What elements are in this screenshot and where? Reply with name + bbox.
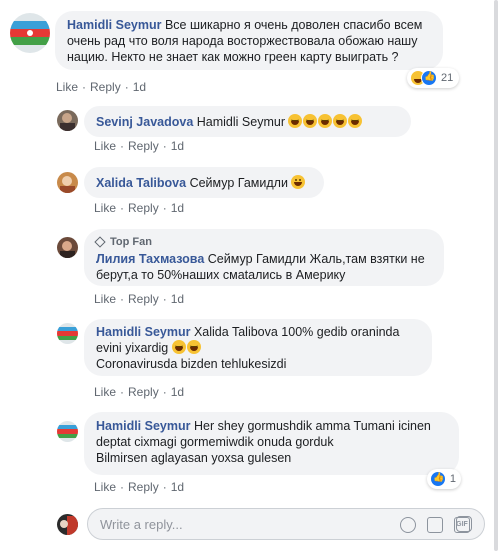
- like-reaction-icon: [421, 70, 437, 86]
- comment-text: Сеймур Гамидли: [189, 176, 288, 190]
- like-button[interactable]: Like: [94, 480, 116, 494]
- sticker-icon[interactable]: [456, 516, 472, 532]
- separator-dot: ·: [120, 385, 125, 399]
- reply-button[interactable]: Reply: [128, 201, 159, 215]
- separator-dot: ·: [162, 139, 167, 153]
- separator-dot: ·: [120, 480, 125, 494]
- reaction-count: 21: [441, 72, 454, 84]
- diamond-icon: [94, 236, 106, 248]
- comment-text-line2: Coronavirusda bizden tehlukesizdi: [96, 357, 287, 371]
- avatar[interactable]: [57, 237, 78, 258]
- timestamp[interactable]: 1d: [171, 201, 184, 215]
- avatar-image: [10, 13, 50, 53]
- top-fan-badge: Top Fan: [94, 234, 432, 250]
- comment-author[interactable]: Лилия Тахмазова: [96, 252, 204, 266]
- comment-actions: Like · Reply · 1d: [94, 480, 184, 494]
- like-reaction-icon: [430, 471, 446, 487]
- comment-actions: Like · Reply · 1d: [94, 385, 184, 399]
- emoji-icon[interactable]: [400, 517, 416, 533]
- separator-dot: ·: [82, 80, 87, 94]
- avatar-image: [57, 323, 78, 344]
- separator-dot: ·: [162, 292, 167, 306]
- reply-button[interactable]: Reply: [128, 480, 159, 494]
- comment-text-line2: Bilmirsen aglayasan yoxsa gulesen: [96, 451, 292, 465]
- comment-author[interactable]: Xalida Talibova: [96, 176, 186, 190]
- separator-dot: ·: [162, 480, 167, 494]
- like-button[interactable]: Like: [94, 201, 116, 215]
- avatar[interactable]: [57, 172, 78, 193]
- timestamp[interactable]: 1d: [171, 292, 184, 306]
- reply-button[interactable]: Reply: [90, 80, 121, 94]
- timestamp[interactable]: 1d: [171, 385, 184, 399]
- separator-dot: ·: [124, 80, 129, 94]
- reply-input[interactable]: Write a reply... GIF: [87, 508, 485, 540]
- comment-text: Hamidli Seymur: [196, 115, 285, 129]
- comment-author[interactable]: Hamidli Seymur: [96, 325, 190, 339]
- comment-actions: Like · Reply · 1d: [56, 80, 146, 94]
- reply-placeholder: Write a reply...: [100, 517, 183, 532]
- comment-bubble: Hamidli Seymur Все шикарно я очень довол…: [55, 11, 443, 70]
- camera-icon[interactable]: [427, 517, 443, 533]
- current-user-avatar[interactable]: [57, 514, 78, 535]
- avatar[interactable]: [57, 421, 78, 442]
- avatar[interactable]: [57, 323, 78, 344]
- avatar-image: [57, 172, 78, 193]
- avatar-image: [57, 110, 78, 131]
- scrollbar-thumb[interactable]: [494, 0, 498, 551]
- comment-actions: Like · Reply · 1d: [94, 139, 184, 153]
- avatar-image: [57, 237, 78, 258]
- avatar-image: [57, 514, 78, 535]
- laughing-emoji-icon: [171, 340, 202, 355]
- timestamp[interactable]: 1d: [171, 480, 184, 494]
- comment-author[interactable]: Hamidli Seymur: [96, 419, 190, 433]
- like-button[interactable]: Like: [94, 139, 116, 153]
- reply-button[interactable]: Reply: [128, 139, 159, 153]
- laughing-emoji-icon: [288, 114, 363, 129]
- reply-button[interactable]: Reply: [128, 292, 159, 306]
- avatar[interactable]: [57, 110, 78, 131]
- avatar[interactable]: [10, 13, 50, 53]
- like-button[interactable]: Like: [56, 80, 78, 94]
- separator-dot: ·: [162, 201, 167, 215]
- reply-button[interactable]: Reply: [128, 385, 159, 399]
- separator-dot: ·: [120, 292, 125, 306]
- like-button[interactable]: Like: [94, 292, 116, 306]
- badge-label: Top Fan: [110, 236, 152, 248]
- reaction-summary[interactable]: 21: [407, 68, 459, 88]
- comment-author[interactable]: Hamidli Seymur: [67, 18, 161, 32]
- separator-dot: ·: [120, 139, 125, 153]
- reaction-count: 1: [449, 473, 456, 485]
- comment-actions: Like · Reply · 1d: [94, 201, 184, 215]
- comment-bubble: Sevinj Javadova Hamidli Seymur: [84, 106, 411, 137]
- comment-bubble: Xalida Talibova Сеймур Гамидли: [84, 167, 324, 198]
- timestamp[interactable]: 1d: [171, 139, 184, 153]
- scrollbar[interactable]: [494, 0, 498, 551]
- comment-actions: Like · Reply · 1d: [94, 292, 184, 306]
- avatar-image: [57, 421, 78, 442]
- comment-bubble: Hamidli Seymur Her shey gormushdik amma …: [84, 412, 459, 475]
- smiling-emoji-icon: [291, 175, 306, 189]
- separator-dot: ·: [120, 201, 125, 215]
- like-button[interactable]: Like: [94, 385, 116, 399]
- comment-bubble: Hamidli Seymur Xalida Talibova 100% gedi…: [84, 319, 432, 376]
- timestamp[interactable]: 1d: [133, 80, 146, 94]
- comment-bubble: Top Fan Лилия Тахмазова Сеймур Гамидли Ж…: [84, 229, 444, 286]
- reaction-summary[interactable]: 1: [427, 469, 461, 489]
- separator-dot: ·: [162, 385, 167, 399]
- comment-author[interactable]: Sevinj Javadova: [96, 115, 193, 129]
